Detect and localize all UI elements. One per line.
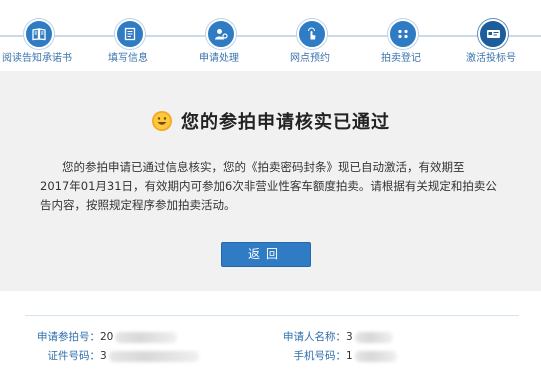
redacted-block — [108, 350, 199, 362]
step-activate: 激活投标号 — [446, 0, 536, 68]
applicant-name-label: 申请人名称： — [283, 331, 346, 343]
applicant-name-row: 申请人名称：3 — [266, 329, 393, 345]
page-title: 您的参拍申请核实已通过 — [181, 112, 390, 133]
application-number-row: 申请参拍号：20 — [20, 329, 178, 345]
form-icon — [115, 19, 145, 49]
phone-row: 手机号码：1 — [266, 348, 397, 364]
id-number-value: 3 — [100, 350, 107, 362]
book-icon — [24, 19, 54, 49]
smiley-icon — [152, 111, 172, 131]
application-number-value: 20 — [100, 331, 114, 343]
dots-icon — [388, 19, 418, 49]
user-process-icon — [206, 19, 236, 49]
progress-steps: 阅读告知承诺书 填写信息 申请处理 网点预约 拍卖登记 激活投标号 — [0, 0, 541, 68]
id-number-row: 证件号码：3 — [20, 348, 199, 364]
id-number-label: 证件号码： — [47, 350, 101, 362]
redacted-block — [354, 331, 393, 343]
phone-label: 手机号码： — [293, 350, 347, 362]
step-registration: 拍卖登记 — [356, 0, 446, 68]
applicant-name-value: 3 — [346, 331, 353, 343]
step-appointment: 网点预约 — [265, 0, 355, 68]
redacted-block — [354, 350, 397, 362]
step-label: 激活投标号 — [466, 53, 516, 64]
step-process: 申请处理 — [174, 0, 264, 68]
step-label: 申请处理 — [199, 53, 239, 64]
message-first-line: 您的参拍申请已通过信息核实，您的《拍卖密码封条》现已自动激活，有效期至 — [62, 160, 465, 174]
card-icon — [478, 19, 508, 49]
redacted-block — [115, 331, 178, 343]
message-body: 2017年01月31日，有效期内可参加6次非营业性客车额度拍卖。请根据有关规定和… — [40, 179, 497, 212]
result-heading: 您的参拍申请核实已通过 — [0, 106, 541, 136]
step-label: 拍卖登记 — [381, 53, 421, 64]
info-divider — [25, 315, 519, 316]
result-message: 您的参拍申请已通过信息核实，您的《拍卖密码封条》现已自动激活，有效期至 2017… — [40, 158, 501, 215]
back-button[interactable]: 返回 — [221, 242, 311, 267]
application-number-label: 申请参拍号： — [37, 331, 100, 343]
step-fill-info: 填写信息 — [83, 0, 173, 68]
step-label: 填写信息 — [108, 53, 148, 64]
phone-value: 1 — [346, 350, 353, 362]
step-label: 阅读告知承诺书 — [2, 53, 72, 64]
step-read-notice: 阅读告知承诺书 — [0, 0, 82, 68]
touch-icon — [297, 19, 327, 49]
step-label: 网点预约 — [290, 53, 330, 64]
result-panel: 您的参拍申请核实已通过 您的参拍申请已通过信息核实，您的《拍卖密码封条》现已自动… — [0, 71, 541, 291]
